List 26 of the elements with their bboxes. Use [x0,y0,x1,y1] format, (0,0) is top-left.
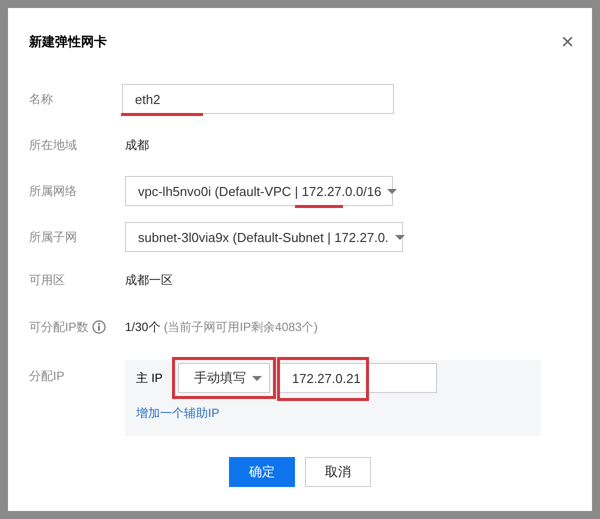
field-value: 成都 [125,136,149,154]
field-label: 主 IP [136,370,164,386]
mode-dropdown[interactable]: 手动填写 [178,363,270,393]
close-button[interactable]: × [561,31,574,53]
name-field[interactable]: eth2 [122,84,394,114]
info-icon[interactable] [92,320,106,334]
cancel-button[interactable]: 取消 [305,457,371,487]
ip-field[interactable]: 172.27.0.21 [279,363,437,393]
dialog-title: 新建弹性网卡 [29,33,107,51]
field-label: 所属网络 [29,182,78,200]
field-label: 可分配IP数 [29,318,125,336]
field-note: (当前子网可用IP剩余4083个) [164,320,318,334]
caret-icon [387,188,398,194]
field-label: 名称 [29,90,54,108]
field-value: 成都一区 [125,272,173,288]
add-ip-link[interactable]: 增加一个辅助IP [136,405,220,422]
field-label: 分配IP [29,368,66,385]
field-value: 1/30个 [125,320,160,334]
caret-icon [394,234,405,240]
field-label: 可用区 [29,272,66,288]
confirm-button[interactable]: 确定 [229,457,295,487]
annotation-underline [295,205,343,208]
field-label: 所属子网 [29,228,78,246]
caret-icon [252,376,262,380]
dropdown[interactable]: subnet-3l0via9x (Default-Subnet | 172.27.0. [125,222,403,252]
field-label: 所在地域 [29,136,78,154]
